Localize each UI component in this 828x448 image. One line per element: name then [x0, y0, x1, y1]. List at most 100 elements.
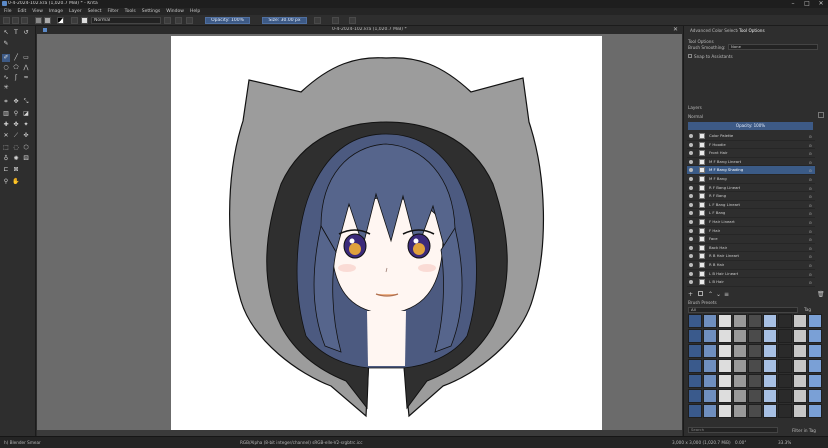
layer-row[interactable]: R F Bang Lineart ⊙: [687, 184, 815, 193]
brush-preset-tile[interactable]: [748, 404, 762, 418]
opacity-slider[interactable]: Opacity: 100%: [205, 17, 250, 24]
filter-in-tag-checkbox[interactable]: Filter in Tag: [792, 428, 816, 433]
layer-row[interactable]: M F Bang Shading ⊙: [687, 166, 815, 175]
snap-to-assistants-checkbox[interactable]: [688, 54, 692, 58]
layer-row[interactable]: M F Bang Lineart ⊙: [687, 158, 815, 167]
pan-tool-icon[interactable]: ✋: [12, 178, 20, 186]
layer-row[interactable]: L F Bang Lineart ⊙: [687, 201, 815, 210]
layer-row[interactable]: L B Hair Lineart ⊙: [687, 270, 815, 279]
gradient-swatch[interactable]: [35, 17, 42, 24]
brush-preset-tile[interactable]: [778, 359, 792, 373]
eye-icon[interactable]: [689, 168, 693, 173]
brush-preset-tile[interactable]: [733, 389, 747, 403]
eraser-mode-icon[interactable]: [164, 17, 171, 24]
eye-icon[interactable]: [689, 245, 693, 250]
menu-layer[interactable]: Layer: [69, 9, 82, 14]
brush-preset-tile[interactable]: [808, 329, 822, 343]
delete-layer-icon[interactable]: 🗑: [817, 291, 825, 298]
save-document-button[interactable]: [21, 17, 28, 24]
brush-preset-tile[interactable]: [763, 359, 777, 373]
layer-row[interactable]: Front Hair ⊙: [687, 149, 815, 158]
reference-images-tool-icon[interactable]: ✜: [22, 132, 30, 140]
eye-icon[interactable]: [689, 142, 693, 147]
layer-row[interactable]: Back Hair ⊙: [687, 244, 815, 253]
magnetic-selection-tool-icon[interactable]: ⊠: [12, 166, 20, 174]
brush-preset-tile[interactable]: [703, 344, 717, 358]
bezier-selection-tool-icon[interactable]: ⊏: [2, 166, 10, 174]
brush-preset-tile[interactable]: [763, 314, 777, 328]
menu-filter[interactable]: Filter: [107, 9, 118, 14]
brush-preset-tile[interactable]: [718, 344, 732, 358]
brush-preset-tile[interactable]: [703, 404, 717, 418]
menu-view[interactable]: View: [32, 9, 43, 14]
brush-preset-tile[interactable]: [748, 314, 762, 328]
layer-row[interactable]: F Hair Lineart ⊙: [687, 218, 815, 227]
layer-list[interactable]: Color Palette ⊙ F Hoodie ⊙ Front Hair ⊙ M F Ba…: [684, 132, 824, 290]
brush-preset-tile[interactable]: [763, 374, 777, 388]
menu-settings[interactable]: Settings: [142, 9, 160, 14]
brush-preset-tile[interactable]: [703, 359, 717, 373]
brush-preset-tile[interactable]: [688, 404, 702, 418]
brush-preset-filter-select[interactable]: All: [688, 307, 798, 313]
close-button[interactable]: ✕: [814, 0, 828, 8]
duplicate-layer-button[interactable]: [698, 291, 703, 296]
brush-preset-icon[interactable]: [81, 17, 88, 24]
brush-preset-tile[interactable]: [763, 344, 777, 358]
brush-preset-tile[interactable]: [763, 329, 777, 343]
crop-tool-icon[interactable]: ⌗: [2, 98, 10, 106]
similar-color-selection-tool-icon[interactable]: ⚄: [22, 155, 30, 163]
layer-row[interactable]: F Hair ⊙: [687, 227, 815, 236]
brush-settings-icon[interactable]: [71, 17, 78, 24]
line-tool-icon[interactable]: ╱: [12, 54, 20, 62]
preserve-alpha-icon[interactable]: [175, 17, 182, 24]
calligraphy-tool-icon[interactable]: ✎: [2, 40, 10, 48]
brush-preset-tile[interactable]: [703, 374, 717, 388]
fill-tool-icon[interactable]: ◪: [22, 110, 30, 118]
elliptical-selection-tool-icon[interactable]: ◌: [12, 144, 20, 152]
brush-preset-tile[interactable]: [733, 404, 747, 418]
eye-icon[interactable]: [689, 151, 693, 156]
rectangle-tool-icon[interactable]: ▭: [22, 54, 30, 62]
brush-preset-tile[interactable]: [763, 389, 777, 403]
menu-image[interactable]: Image: [49, 9, 63, 14]
brush-size-slider[interactable]: Size: 30.00 px: [262, 17, 307, 24]
brush-preset-tile[interactable]: [718, 389, 732, 403]
document-canvas[interactable]: [171, 36, 602, 436]
ellipse-tool-icon[interactable]: ○: [2, 64, 10, 72]
contiguous-selection-tool-icon[interactable]: ✺: [12, 155, 20, 163]
brush-preset-tile[interactable]: [688, 359, 702, 373]
eye-icon[interactable]: [689, 177, 693, 181]
new-document-button[interactable]: [3, 17, 10, 24]
add-layer-button[interactable]: +: [688, 291, 693, 298]
brush-preset-tile[interactable]: [703, 329, 717, 343]
minimize-button[interactable]: –: [786, 0, 800, 8]
brush-preset-tile[interactable]: [688, 329, 702, 343]
brush-preset-tile[interactable]: [808, 404, 822, 418]
menu-edit[interactable]: Edit: [18, 9, 27, 14]
document-tab-title[interactable]: 0-4-2024-102.kra (1,020.7 MiB) *: [332, 27, 407, 32]
pattern-swatch[interactable]: [44, 17, 51, 24]
menu-select[interactable]: Select: [88, 9, 102, 14]
brush-preset-tile[interactable]: [703, 314, 717, 328]
brush-preset-tile[interactable]: [793, 344, 807, 358]
open-document-button[interactable]: [12, 17, 19, 24]
brush-preset-tile[interactable]: [688, 344, 702, 358]
maximize-button[interactable]: □: [800, 0, 814, 8]
brush-preset-search-input[interactable]: Search: [688, 427, 778, 433]
eye-icon[interactable]: [689, 220, 693, 224]
assistant-tool-icon[interactable]: ✕: [2, 132, 10, 140]
menu-file[interactable]: File: [4, 9, 12, 14]
zoom-tool-icon[interactable]: ⚲: [2, 178, 10, 186]
layer-row[interactable]: R F Bang ⊙: [687, 192, 815, 201]
edit-shapes-tool-icon[interactable]: ↺: [22, 29, 30, 37]
layer-filter-icon[interactable]: [818, 112, 824, 118]
layer-row[interactable]: Face ⊙: [687, 235, 815, 244]
brush-preset-tile[interactable]: [778, 404, 792, 418]
brush-preset-tile[interactable]: [778, 389, 792, 403]
brush-preset-tile[interactable]: [793, 374, 807, 388]
brush-preset-tile[interactable]: [793, 314, 807, 328]
freehand-selection-tool-icon[interactable]: ♁: [2, 155, 10, 163]
layer-row[interactable]: Color Palette ⊙: [687, 132, 815, 141]
brush-preset-tile[interactable]: [718, 404, 732, 418]
brush-preset-tile[interactable]: [778, 374, 792, 388]
